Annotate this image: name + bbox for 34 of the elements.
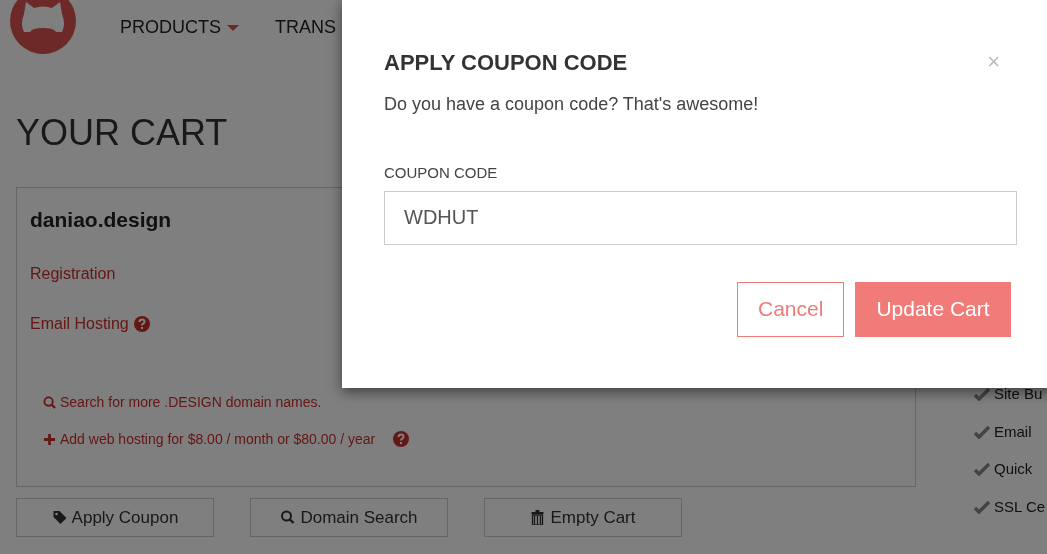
feature-label: Site Bu bbox=[994, 384, 1043, 404]
check-icon bbox=[974, 499, 990, 514]
action-button[interactable]: Empty Cart bbox=[484, 498, 682, 537]
line-item-label: Registration bbox=[30, 263, 116, 284]
domain-name: daniao.design bbox=[30, 207, 172, 233]
tag-icon bbox=[51, 510, 67, 525]
feature-label: Quick bbox=[994, 459, 1033, 479]
dialog-title: APPLY COUPON CODE bbox=[384, 49, 628, 77]
help-icon bbox=[393, 431, 410, 447]
update-cart-button[interactable]: Update Cart bbox=[855, 281, 1011, 337]
line-item-label: Email Hosting bbox=[30, 313, 129, 334]
plus-icon bbox=[43, 432, 56, 446]
check-icon bbox=[974, 424, 990, 439]
field-label: COUPON CODE bbox=[384, 163, 499, 183]
search-icon bbox=[43, 395, 56, 409]
feature-label: SSL Ce bbox=[994, 496, 1046, 517]
dialog-message: Do you have a coupon code? That's awesome! bbox=[384, 93, 760, 116]
check-icon bbox=[974, 462, 990, 477]
coupon-field[interactable]: WDHUT bbox=[384, 190, 1017, 245]
caret-icon bbox=[227, 24, 239, 31]
trash-icon bbox=[530, 510, 546, 525]
search-icon bbox=[280, 510, 296, 525]
action-button[interactable]: Domain Search bbox=[250, 498, 448, 537]
help-icon bbox=[133, 315, 150, 332]
cancel-button[interactable]: Cancel bbox=[737, 281, 845, 337]
action-button[interactable]: Apply Coupon bbox=[16, 498, 214, 537]
feature-label: Email bbox=[994, 421, 1032, 442]
nav-link[interactable]: TRANS bbox=[275, 14, 337, 41]
cart-link[interactable]: Search for more .DESIGN domain names. bbox=[43, 391, 322, 413]
check-icon bbox=[974, 387, 990, 402]
cart-link[interactable]: Add web hosting for $8.00 / month or $80.00 / year bbox=[43, 428, 376, 450]
logo-icon[interactable] bbox=[10, 0, 76, 54]
nav-link[interactable]: PRODUCTS bbox=[120, 14, 239, 41]
page-title: YOUR CART bbox=[16, 111, 229, 155]
